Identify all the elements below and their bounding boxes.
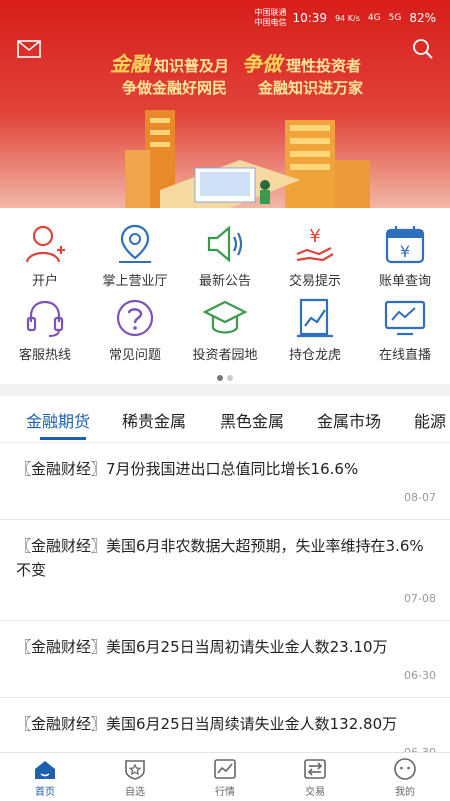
grid-item-announcements[interactable]: 最新公告	[180, 222, 270, 289]
grid-item-faq[interactable]: 常见问题	[90, 296, 180, 363]
grid-item-position-rank[interactable]: 持仓龙虎	[270, 296, 360, 363]
market-chart-icon	[214, 759, 236, 779]
nav-label: 自选	[125, 787, 145, 798]
banner-slogan-1: 金融 知识普及月	[110, 54, 229, 76]
carrier-2: 中国电信	[254, 18, 287, 27]
section-divider	[0, 384, 450, 396]
status-time: 10:39	[292, 11, 328, 25]
mail-icon[interactable]	[16, 38, 42, 60]
tab-financial-futures[interactable]: 金融期货	[26, 408, 90, 432]
net-speed: 94 K/s	[335, 13, 360, 23]
grid-item-bill-query[interactable]: ¥ 账单查询	[360, 222, 450, 289]
grid-item-label: 投资者园地	[192, 348, 258, 363]
news-title: 〖金融财经〗美国6月25日当周续请失业金人数132.80万	[16, 715, 398, 733]
grid-item-investor-garden[interactable]: 投资者园地	[180, 296, 270, 363]
nav-watchlist[interactable]: 自选	[90, 757, 180, 798]
banner-slogan-3: 争做金融好网民	[122, 79, 228, 97]
grid-item-label: 掌上营业厅	[102, 274, 168, 289]
tab-precious-metals[interactable]: 稀贵金属	[122, 408, 186, 432]
carrier-info: 中国联通 中国电信	[254, 8, 286, 28]
grid-item-hotline[interactable]: 客服热线	[0, 296, 90, 363]
grid-item-trade-tips[interactable]: ¥ 交易提示	[270, 222, 360, 289]
news-date: 07-08	[404, 592, 436, 605]
search-icon[interactable]	[410, 38, 436, 60]
carrier-1: 中国联通	[254, 8, 287, 17]
star-shield-icon	[125, 760, 145, 780]
grid-item-label: 客服热线	[18, 348, 71, 363]
headset-icon	[26, 300, 64, 337]
news-item[interactable]: 〖金融财经〗美国6月25日当周初请失业金人数23.10万 06-30	[0, 621, 450, 698]
news-title: 〖金融财经〗7月份我国进出口总值同比增长16.6%	[16, 460, 359, 478]
news-item[interactable]: 〖金融财经〗美国6月非农数据大超预期，失业率维持在3.6%不变 07-08	[0, 520, 450, 621]
tab-energy[interactable]: 能源	[414, 408, 446, 432]
signal-5g: 5G	[388, 13, 402, 23]
grid-item-label: 交易提示	[288, 274, 341, 289]
nav-label: 首页	[35, 787, 55, 798]
nav-label: 交易	[305, 787, 325, 798]
location-pin-icon	[119, 224, 151, 263]
grid-item-open-account[interactable]: 开户	[0, 222, 90, 289]
grid-item-live[interactable]: 在线直播	[360, 296, 450, 363]
profile-face-icon	[394, 758, 416, 780]
nav-trade[interactable]: 交易	[270, 757, 360, 798]
megaphone-icon	[207, 225, 243, 263]
banner-slogan-1-big: 金融	[110, 52, 150, 76]
banner-slogan-1-text: 知识普及月	[154, 57, 230, 75]
nav-label: 我的	[395, 787, 415, 798]
banner-slogan-2-big: 争做	[242, 52, 282, 76]
active-tab-indicator	[40, 437, 86, 440]
news-date: 06-30	[404, 669, 436, 682]
nav-label: 行情	[215, 787, 235, 798]
status-bar: 中国联通 中国电信 10:39 94 K/s 4G 5G 82%	[0, 0, 450, 36]
news-title: 〖金融财经〗美国6月25日当周初请失业金人数23.10万	[16, 638, 388, 656]
home-icon	[35, 761, 55, 779]
tab-ferrous-metals[interactable]: 黑色金属	[220, 408, 284, 432]
news-date: 08-07	[404, 491, 436, 504]
calendar-yen-icon: ¥	[385, 226, 425, 264]
tab-metals-market[interactable]: 金属市场	[317, 408, 381, 432]
grid-item-label: 账单查询	[378, 274, 431, 289]
page-indicator	[0, 366, 450, 385]
nav-home[interactable]: 首页	[0, 757, 90, 798]
page-dot	[227, 375, 233, 381]
banner-slogan-4: 金融知识进万家	[258, 79, 364, 97]
news-tabs: 金融期货 稀贵金属 黑色金属 金属市场 能源	[0, 396, 450, 443]
bottom-nav: 首页 自选 行情 交易 我的	[0, 752, 450, 801]
grid-item-mobile-hall[interactable]: 掌上营业厅	[90, 222, 180, 289]
grid-item-label: 最新公告	[198, 274, 251, 289]
news-title: 〖金融财经〗美国6月非农数据大超预期，失业率维持在3.6%不变	[16, 537, 424, 579]
battery-level: 82%	[409, 11, 436, 25]
signal-4g: 4G	[367, 13, 381, 23]
exchange-icon	[304, 759, 326, 779]
chart-document-icon	[297, 298, 333, 338]
person-add-icon	[25, 225, 65, 263]
page-dot-active	[217, 375, 223, 381]
question-icon	[116, 299, 154, 337]
news-item[interactable]: 〖金融财经〗7月份我国进出口总值同比增长16.6% 08-07	[0, 443, 450, 520]
nav-profile[interactable]: 我的	[360, 757, 450, 798]
svg-text:¥: ¥	[309, 226, 320, 247]
svg-text:¥: ¥	[400, 242, 410, 261]
monitor-icon	[384, 300, 426, 336]
nav-market[interactable]: 行情	[180, 757, 270, 798]
banner-slogan-2-text: 理性投资者	[286, 57, 362, 75]
grid-item-label: 开户	[31, 274, 58, 289]
grid-item-label: 在线直播	[378, 348, 431, 363]
banner-slogan-2: 争做 理性投资者	[242, 54, 361, 76]
grid-item-label: 常见问题	[108, 348, 161, 363]
graduation-cap-icon	[203, 300, 247, 334]
yen-hand-icon: ¥	[296, 226, 334, 262]
grid-item-label: 持仓龙虎	[288, 348, 341, 363]
